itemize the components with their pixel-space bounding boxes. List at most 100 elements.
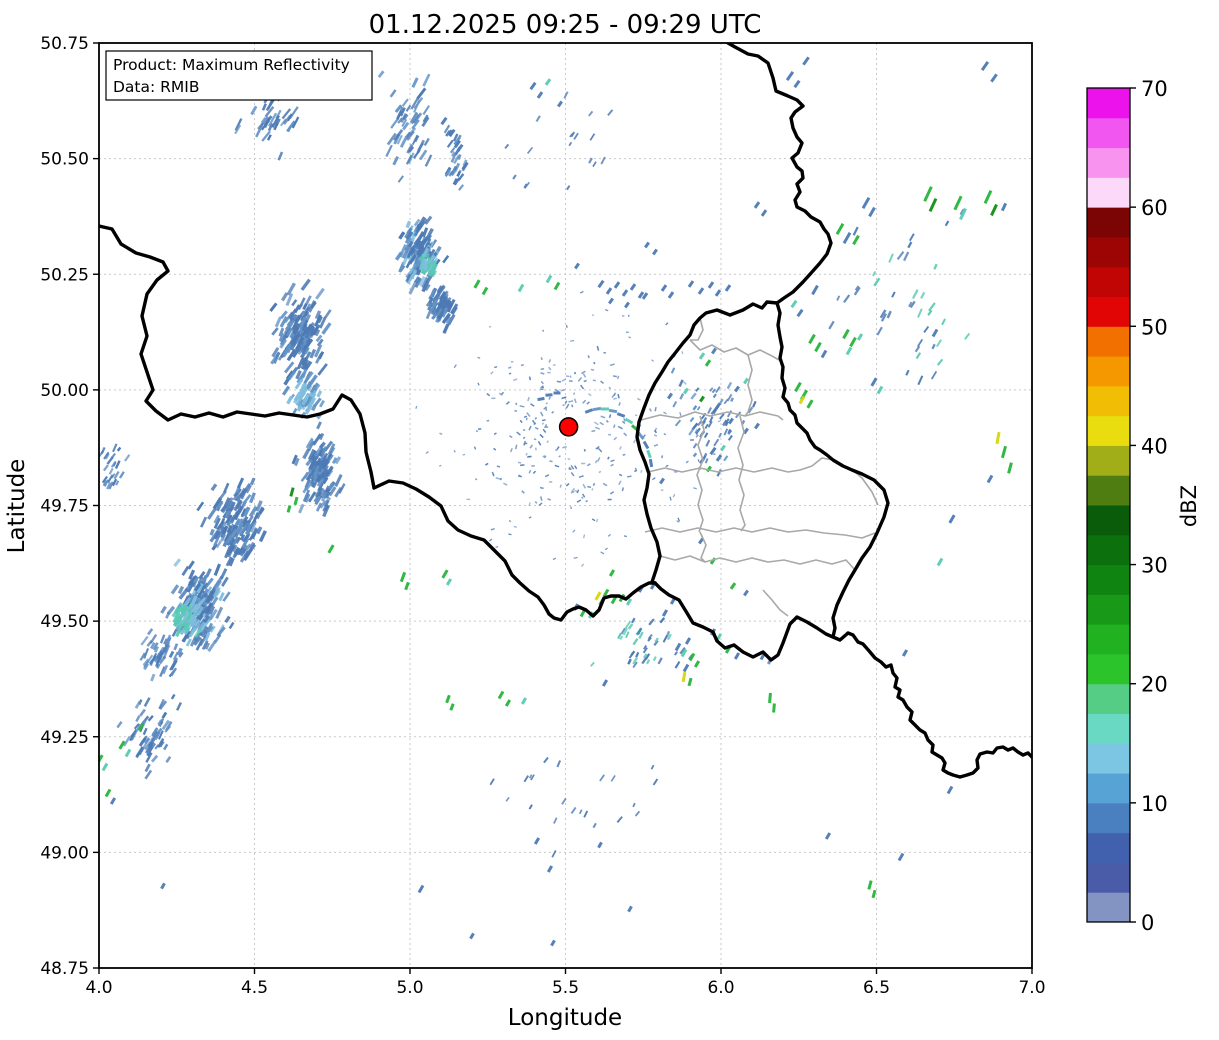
precip-cell: [790, 299, 798, 309]
precip-cell: [310, 404, 317, 412]
precip-cell: [321, 322, 332, 335]
colorbar-segment: [1087, 832, 1130, 863]
precip-cell: [106, 456, 114, 465]
precip-cell: [695, 431, 698, 436]
precip-cell: [536, 91, 544, 99]
precip-cell: [449, 703, 455, 711]
precip-cell: [488, 538, 493, 542]
precip-cell: [207, 639, 218, 653]
precip-cell: [221, 576, 229, 587]
precip-cell: [224, 615, 231, 624]
precip-cell: [528, 469, 532, 474]
region-border: [647, 457, 834, 473]
precip-cell: [305, 458, 313, 467]
precip-cell: [525, 452, 528, 456]
precip-cell: [118, 740, 126, 750]
precip-cell: [113, 471, 120, 480]
precip-cell: [151, 754, 159, 763]
precip-cell: [528, 376, 532, 381]
precip-cell: [689, 416, 695, 423]
precip-cell: [568, 400, 574, 403]
precip-cell: [754, 422, 760, 430]
precip-cell: [490, 528, 495, 531]
precip-cell: [438, 464, 442, 467]
precip-cell: [218, 592, 225, 602]
precip-cell: [193, 628, 202, 638]
precip-cell: [856, 333, 864, 341]
precip-cell: [583, 379, 587, 383]
colorbar-axis-label: dBZ: [1177, 485, 1201, 527]
precip-cell: [592, 822, 597, 829]
precip-cell: [793, 79, 801, 89]
precip-cell: [679, 412, 682, 417]
precip-cell: [534, 501, 538, 504]
x-tick-label: 5.5: [552, 978, 579, 998]
precip-cell: [903, 251, 910, 262]
precip-cell: [173, 558, 182, 568]
precip-cell: [548, 366, 552, 371]
precip-cell: [586, 401, 590, 405]
precip-cell: [399, 571, 407, 583]
precip-cell: [886, 310, 892, 319]
precip-cell: [258, 530, 267, 543]
y-tick-label: 49.25: [40, 728, 89, 748]
precip-cell: [579, 290, 584, 294]
precip-cell: [697, 287, 705, 295]
precip-cell: [143, 697, 151, 708]
precip-cell: [456, 143, 464, 153]
precip-cell: [176, 702, 182, 711]
precip-cell: [599, 421, 604, 426]
precip-cell: [559, 484, 562, 488]
precip-cell: [428, 296, 434, 304]
precip-cell: [867, 880, 873, 890]
colorbar-segment: [1087, 624, 1130, 655]
precip-cell: [486, 393, 491, 397]
precip-cell: [539, 433, 544, 439]
colorbar-segment: [1087, 445, 1130, 476]
precip-cell: [632, 802, 636, 808]
precip-cell: [682, 663, 690, 673]
precip-cell: [537, 396, 545, 402]
precip-cell: [570, 490, 575, 494]
colorbar-segment: [1087, 683, 1130, 714]
precip-cell: [727, 434, 733, 441]
precip-cell: [277, 151, 284, 161]
precip-cell: [543, 756, 549, 764]
precip-cell: [124, 748, 132, 758]
precip-cell: [715, 454, 723, 462]
precip-cell: [679, 393, 685, 400]
precip-cell: [936, 557, 944, 567]
precip-cell: [672, 493, 676, 498]
precip-cell: [692, 405, 698, 411]
precip-cell: [491, 471, 495, 477]
precip-cell: [424, 154, 433, 167]
precip-cell: [281, 385, 291, 396]
precip-cell: [897, 852, 905, 862]
precip-cell: [173, 643, 179, 651]
precip-cell: [508, 519, 512, 523]
precip-cell: [170, 584, 180, 595]
precip-cell: [205, 568, 212, 578]
precip-cell: [289, 487, 295, 497]
precip-cell: [514, 444, 518, 450]
precip-cell: [600, 156, 606, 165]
precip-cell: [604, 308, 609, 312]
precip-cell: [160, 605, 167, 614]
precip-cell: [594, 459, 598, 464]
precip-cell: [161, 711, 168, 719]
precip-cell: [619, 635, 624, 641]
precip-cell: [896, 250, 905, 261]
precip-cell: [730, 397, 734, 403]
precip-cell: [684, 637, 692, 645]
colorbar-segment: [1087, 475, 1130, 506]
precip-cell: [573, 132, 579, 140]
colorbar-segment: [1087, 385, 1130, 417]
precip-cell: [590, 661, 595, 667]
precip-cell: [519, 419, 523, 424]
precip-cell: [657, 657, 663, 665]
precip-cell: [659, 477, 665, 485]
precip-cell: [714, 289, 722, 297]
precip-cell: [704, 359, 712, 367]
precip-cell: [612, 375, 617, 378]
precip-cell: [990, 203, 998, 217]
